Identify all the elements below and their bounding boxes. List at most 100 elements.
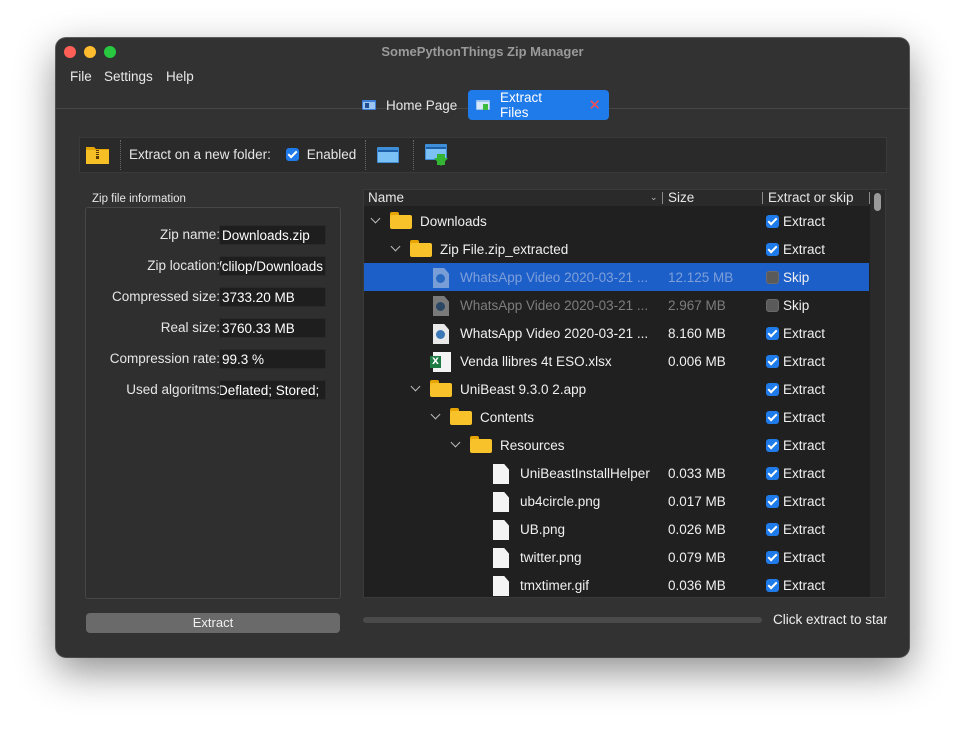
zip-location-label: Zip location: xyxy=(147,258,220,273)
extract-or-skip-toggle[interactable]: Extract xyxy=(766,466,825,481)
tree-row-name: UB.png xyxy=(520,522,566,537)
compression-rate-label: Compression rate: xyxy=(109,351,220,366)
tree-row-name: twitter.png xyxy=(520,550,582,565)
zip-name-field[interactable]: Downloads.zip xyxy=(219,225,326,245)
tree-row[interactable]: Zip File.zip_extracted Extract xyxy=(364,235,869,263)
extract-or-skip-toggle[interactable]: Extract xyxy=(766,410,825,425)
real-size-field[interactable]: 3760.33 MB xyxy=(219,318,326,338)
real-size-row: Real size: 3760.33 MB xyxy=(86,318,342,340)
column-separator[interactable] xyxy=(662,192,663,204)
extract-checkbox[interactable] xyxy=(766,523,779,536)
tree-row[interactable]: WhatsApp Video 2020-03-21 ... 12.125 MB Sk… xyxy=(364,263,869,291)
extract-checkbox[interactable] xyxy=(766,271,779,284)
extract-checkbox[interactable] xyxy=(766,439,779,452)
tree-row-name: WhatsApp Video 2020-03-21 ... xyxy=(460,298,649,313)
extract-checkbox[interactable] xyxy=(766,467,779,480)
column-extract-or-skip[interactable]: Extract or skip xyxy=(768,190,854,205)
extract-checkbox[interactable] xyxy=(766,299,779,312)
open-destination-icon[interactable] xyxy=(425,144,449,169)
toolbar-separator xyxy=(120,140,121,170)
extract-checkbox[interactable] xyxy=(766,327,779,340)
expand-chevron-icon[interactable] xyxy=(450,437,461,448)
folder-icon xyxy=(450,408,472,425)
tree-row[interactable]: Contents Extract xyxy=(364,403,869,431)
compressed-size-field[interactable]: 3733.20 MB xyxy=(219,287,326,307)
tree-row-name: WhatsApp Video 2020-03-21 ... xyxy=(460,270,649,285)
menu-settings[interactable]: Settings xyxy=(104,69,153,84)
extract-or-skip-label: Extract xyxy=(783,438,826,453)
enabled-checkbox-icon[interactable] xyxy=(286,148,299,161)
expand-chevron-icon[interactable] xyxy=(410,381,421,392)
tree-row[interactable]: Resources Extract xyxy=(364,431,869,459)
zip-location-field[interactable]: /Users/clilop/Downloads xyxy=(219,256,326,276)
extract-or-skip-toggle[interactable]: Extract xyxy=(766,354,825,369)
tree-scrollbar[interactable] xyxy=(870,190,885,597)
tree-row[interactable]: WhatsApp Video 2020-03-21 ... 2.967 MB Ski… xyxy=(364,291,869,319)
tree-row[interactable]: UniBeastInstallHelper 0.033 MB Extract xyxy=(364,459,869,487)
used-algorithms-field[interactable]: Deflated; Stored; xyxy=(219,380,326,400)
tree-row-size: 0.036 MB xyxy=(668,578,726,593)
extract-button[interactable]: Extract xyxy=(86,613,340,633)
extract-or-skip-toggle[interactable]: Extract xyxy=(766,438,825,453)
tree-row-size: 0.006 MB xyxy=(668,354,726,369)
extract-or-skip-toggle[interactable]: Extract xyxy=(766,550,825,565)
zip-folder-icon[interactable] xyxy=(86,145,109,167)
extract-checkbox[interactable] xyxy=(766,551,779,564)
extract-or-skip-label: Extract xyxy=(783,214,826,229)
tree-row[interactable]: UniBeast 9.3.0 2.app Extract xyxy=(364,375,869,403)
tree-scroll-thumb[interactable] xyxy=(874,193,881,211)
extract-or-skip-toggle[interactable]: Skip xyxy=(766,298,809,313)
extract-or-skip-toggle[interactable]: Extract xyxy=(766,326,825,341)
expand-chevron-icon[interactable] xyxy=(370,213,381,224)
tree-row[interactable]: UB.png 0.026 MB Extract xyxy=(364,515,869,543)
menu-help[interactable]: Help xyxy=(166,69,194,84)
extract-or-skip-toggle[interactable]: Extract xyxy=(766,214,825,229)
extract-checkbox[interactable] xyxy=(766,355,779,368)
file-tree: Name ⌄ Size Extract or skip Downloads Ext… xyxy=(363,189,886,598)
extract-or-skip-toggle[interactable]: Extract xyxy=(766,522,825,537)
extract-or-skip-toggle[interactable]: Extract xyxy=(766,494,825,509)
enabled-checkbox[interactable]: Enabled xyxy=(286,147,356,162)
video-file-icon xyxy=(433,268,449,288)
extract-checkbox[interactable] xyxy=(766,215,779,228)
extract-or-skip-toggle[interactable]: Extract xyxy=(766,242,825,257)
extract-checkbox[interactable] xyxy=(766,495,779,508)
tree-row[interactable]: Downloads Extract xyxy=(364,207,869,235)
extract-checkbox[interactable] xyxy=(766,383,779,396)
tab-extract-files[interactable]: Extract Files ✕ xyxy=(468,90,609,120)
compression-rate-field[interactable]: 99.3 % xyxy=(219,349,326,369)
tree-header: Name ⌄ Size Extract or skip xyxy=(364,190,870,206)
extract-checkbox[interactable] xyxy=(766,243,779,256)
extract-or-skip-toggle[interactable]: Extract xyxy=(766,382,825,397)
expand-chevron-icon[interactable] xyxy=(430,409,441,420)
tree-row-name: Resources xyxy=(500,438,565,453)
menu-file[interactable]: File xyxy=(70,69,92,84)
column-name[interactable]: Name xyxy=(368,190,404,205)
tree-row[interactable]: ub4circle.png 0.017 MB Extract xyxy=(364,487,869,515)
column-separator[interactable] xyxy=(762,192,763,204)
tree-row[interactable]: twitter.png 0.079 MB Extract xyxy=(364,543,869,571)
expand-chevron-icon[interactable] xyxy=(390,241,401,252)
extract-or-skip-label: Skip xyxy=(783,298,810,313)
extract-checkbox[interactable] xyxy=(766,411,779,424)
tree-row-name: WhatsApp Video 2020-03-21 ... xyxy=(460,326,649,341)
extract-or-skip-toggle[interactable]: Extract xyxy=(766,578,825,593)
tab-home-page[interactable]: Home Page xyxy=(354,90,465,120)
close-tab-icon[interactable]: ✕ xyxy=(588,96,601,114)
tree-row[interactable]: WhatsApp Video 2020-03-21 ... 8.160 MB Ext… xyxy=(364,319,869,347)
extract-checkbox[interactable] xyxy=(766,579,779,592)
used-algorithms-row: Used algoritms: Deflated; Stored; xyxy=(86,380,342,402)
tree-row[interactable]: Venda llibres 4t ESO.xlsx 0.006 MB Extract xyxy=(364,347,869,375)
extract-or-skip-toggle[interactable]: Skip xyxy=(766,270,809,285)
tree-row[interactable]: tmxtimer.gif 0.036 MB Extract xyxy=(364,571,869,597)
tree-row-size: 12.125 MB xyxy=(668,270,734,285)
tree-row-name: Contents xyxy=(480,410,535,425)
tree-row-size: 8.160 MB xyxy=(668,326,726,341)
select-folder-icon[interactable] xyxy=(377,147,399,166)
file-icon xyxy=(493,464,509,484)
toolbar-separator xyxy=(365,140,366,170)
zip-location-value: /Users/clilop/Downloads xyxy=(220,259,323,274)
sort-chevron-icon[interactable]: ⌄ xyxy=(650,190,658,205)
tree-row-size: 0.033 MB xyxy=(668,466,726,481)
column-size[interactable]: Size xyxy=(668,190,694,205)
